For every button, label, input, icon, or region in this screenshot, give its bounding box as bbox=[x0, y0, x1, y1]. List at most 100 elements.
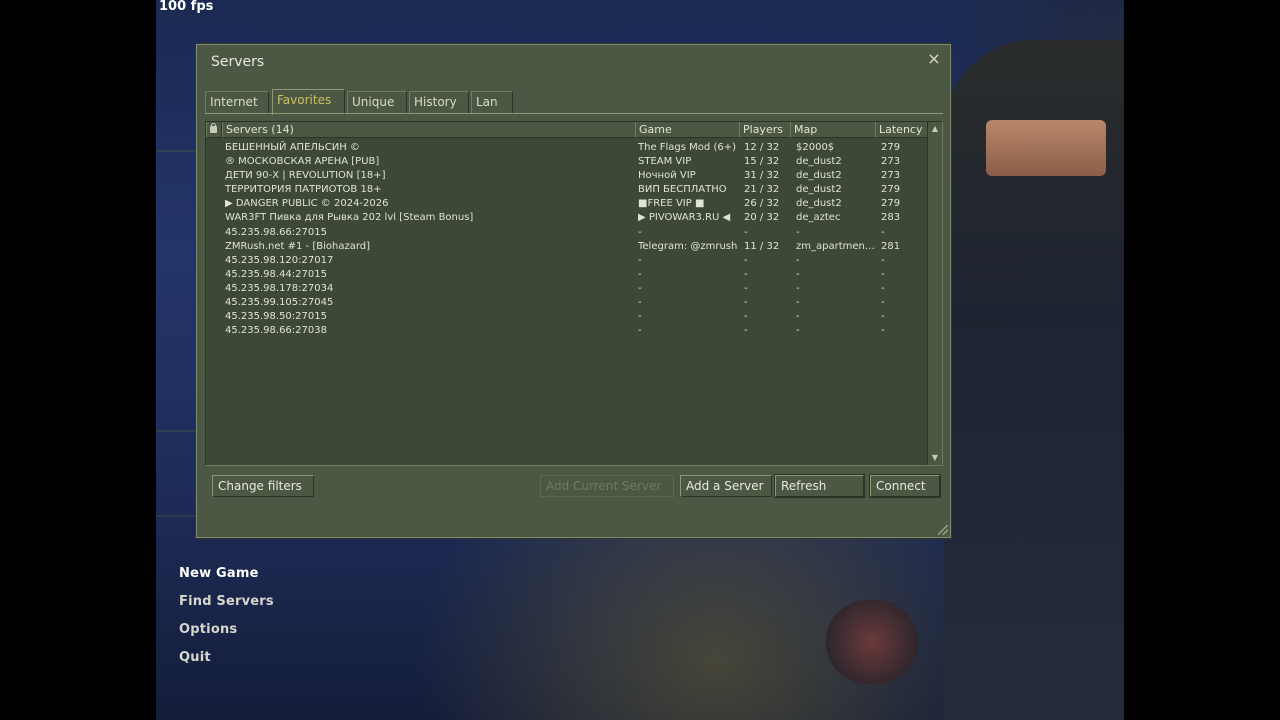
table-row[interactable]: ДЕТИ 90-Х | REVOLUTION [18+] Ночной VIP 31… bbox=[206, 169, 928, 183]
vertical-scrollbar[interactable]: ▲ ▼ bbox=[927, 122, 942, 465]
players-cell: - bbox=[744, 311, 748, 323]
scroll-track[interactable] bbox=[930, 138, 940, 448]
menu-item-options[interactable]: Options bbox=[179, 620, 274, 648]
map-cell: - bbox=[796, 311, 800, 323]
server-name-cell: ▶ DANGER PUBLIC © 2024-2026 bbox=[225, 198, 389, 210]
latency-cell: - bbox=[881, 268, 885, 280]
game-cell: - bbox=[638, 311, 642, 323]
players-cell: - bbox=[744, 226, 748, 238]
players-cell: 15 / 32 bbox=[744, 156, 780, 168]
game-cell: The Flags Mod (6+) bbox=[638, 142, 736, 153]
table-row[interactable]: WAR3FT Пивка для Рывка 202 lvl [Steam Bo… bbox=[206, 211, 928, 225]
latency-cell: 281 bbox=[881, 240, 901, 252]
server-rows: БЕШЕННЫЙ АПЕЛЬСИН © The Flags Mod (6+) 12 … bbox=[206, 141, 928, 338]
connect-button[interactable]: Connect bbox=[869, 474, 941, 498]
players-cell: 21 / 32 bbox=[744, 184, 780, 196]
players-cell: 11 / 32 bbox=[744, 240, 780, 252]
table-row[interactable]: 45.235.99.105:27045 - - - - bbox=[206, 296, 928, 310]
map-cell: de_aztec bbox=[796, 212, 841, 224]
col-latency[interactable]: Latency bbox=[875, 122, 928, 138]
change-filters-button[interactable]: Change filters bbox=[212, 475, 314, 497]
map-cell: de_dust2 bbox=[796, 198, 842, 210]
tab-lan[interactable]: Lan bbox=[471, 91, 513, 113]
game-cell: Ночной VIP bbox=[638, 170, 696, 182]
players-cell: - bbox=[744, 297, 748, 309]
table-row[interactable]: 45.235.98.120:27017 - - - - bbox=[206, 254, 928, 268]
map-cell: $2000$ bbox=[796, 142, 835, 153]
tab-history[interactable]: History bbox=[409, 91, 469, 113]
map-cell: de_dust2 bbox=[796, 156, 842, 168]
map-cell: de_dust2 bbox=[796, 170, 842, 182]
soldier-face bbox=[986, 120, 1106, 176]
map-cell: - bbox=[796, 297, 800, 309]
latency-cell: 279 bbox=[881, 184, 901, 196]
players-cell: - bbox=[744, 282, 748, 294]
col-map[interactable]: Map bbox=[790, 122, 876, 138]
players-cell: - bbox=[744, 268, 748, 280]
resize-grip-icon[interactable] bbox=[938, 525, 948, 535]
menu-item-find-servers[interactable]: Find Servers bbox=[179, 592, 274, 620]
lock-icon bbox=[210, 123, 217, 133]
server-name-cell: БЕШЕННЫЙ АПЕЛЬСИН © bbox=[225, 142, 360, 153]
game-cell: - bbox=[638, 297, 642, 309]
latency-cell: - bbox=[881, 226, 885, 238]
server-list: Servers (14) Game Players Map Latency БЕ… bbox=[205, 121, 943, 466]
table-row[interactable]: ТЕРРИТОРИЯ ПАТРИОТОВ 18+ ВИП БЕСПЛАТНО 21 … bbox=[206, 183, 928, 197]
map-cell: - bbox=[796, 282, 800, 294]
table-row[interactable]: 45.235.98.178:27034 - - - - bbox=[206, 282, 928, 296]
game-cell: ▶ PIVOWAR3.RU ◀ bbox=[638, 212, 731, 224]
table-row[interactable]: 45.235.98.66:27038 - - - - bbox=[206, 324, 928, 338]
menu-item-quit[interactable]: Quit bbox=[179, 648, 274, 676]
table-row[interactable]: 45.235.98.66:27015 - - - - bbox=[206, 226, 928, 240]
list-header: Servers (14) Game Players Map Latency bbox=[206, 122, 928, 138]
map-cell: - bbox=[796, 325, 800, 337]
table-row[interactable]: БЕШЕННЫЙ АПЕЛЬСИН © The Flags Mod (6+) 12 … bbox=[206, 141, 928, 155]
table-row[interactable]: ZMRush.net #1 - [Biohazard] Telegram: @zm… bbox=[206, 240, 928, 254]
table-row[interactable]: ® МОСКОВСКАЯ АРЕНА [PUB] STEAM VIP 15 / 32… bbox=[206, 155, 928, 169]
players-cell: 12 / 32 bbox=[744, 142, 780, 153]
table-row[interactable]: ▶ DANGER PUBLIC © 2024-2026 ■FREE VIP ■ 26… bbox=[206, 197, 928, 211]
map-cell: - bbox=[796, 226, 800, 238]
dialog-title: Servers bbox=[211, 54, 265, 70]
add-current-server-button[interactable]: Add Current Server bbox=[540, 475, 674, 497]
fps-counter: 100 fps bbox=[159, 0, 214, 14]
players-cell: 26 / 32 bbox=[744, 198, 780, 210]
menu-item-new-game[interactable]: New Game bbox=[179, 564, 274, 592]
latency-cell: 279 bbox=[881, 142, 901, 153]
players-cell: - bbox=[744, 325, 748, 337]
server-name-cell: ТЕРРИТОРИЯ ПАТРИОТОВ 18+ bbox=[225, 184, 382, 196]
map-cell: de_dust2 bbox=[796, 184, 842, 196]
tab-unique[interactable]: Unique bbox=[347, 91, 407, 113]
players-cell: 20 / 32 bbox=[744, 212, 780, 224]
latency-cell: 279 bbox=[881, 198, 901, 210]
tab-favorites[interactable]: Favorites bbox=[272, 89, 345, 115]
col-players[interactable]: Players bbox=[739, 122, 791, 138]
server-name-cell: 45.235.98.66:27015 bbox=[225, 226, 327, 238]
server-name-cell: ДЕТИ 90-Х | REVOLUTION [18+] bbox=[225, 170, 386, 182]
refresh-button[interactable]: Refresh bbox=[774, 474, 865, 498]
players-cell: - bbox=[744, 254, 748, 266]
map-cell: zm_apartment_v1 bbox=[796, 240, 876, 252]
scroll-up-icon[interactable]: ▲ bbox=[928, 122, 942, 136]
game-cell: - bbox=[638, 268, 642, 280]
col-lock[interactable] bbox=[206, 122, 222, 138]
server-name-cell: ® МОСКОВСКАЯ АРЕНА [PUB] bbox=[225, 156, 380, 168]
game-cell: - bbox=[638, 254, 642, 266]
game-cell: - bbox=[638, 325, 642, 337]
latency-cell: - bbox=[881, 297, 885, 309]
game-cell: Telegram: @zmrush bbox=[638, 240, 738, 252]
latency-cell: 283 bbox=[881, 212, 901, 224]
scroll-down-icon[interactable]: ▼ bbox=[928, 451, 942, 465]
table-row[interactable]: 45.235.98.50:27015 - - - - bbox=[206, 310, 928, 324]
close-icon[interactable]: × bbox=[926, 50, 942, 68]
col-game[interactable]: Game bbox=[635, 122, 740, 138]
server-name-cell: ZMRush.net #1 - [Biohazard] bbox=[225, 240, 371, 252]
tab-panel-divider bbox=[205, 113, 943, 114]
server-name-cell: 45.235.99.105:27045 bbox=[225, 297, 334, 309]
col-servers[interactable]: Servers (14) bbox=[222, 122, 636, 138]
players-cell: 31 / 32 bbox=[744, 170, 780, 182]
latency-cell: 273 bbox=[881, 170, 901, 182]
add-server-button[interactable]: Add a Server bbox=[680, 475, 772, 497]
table-row[interactable]: 45.235.98.44:27015 - - - - bbox=[206, 268, 928, 282]
tab-internet[interactable]: Internet bbox=[205, 91, 269, 113]
